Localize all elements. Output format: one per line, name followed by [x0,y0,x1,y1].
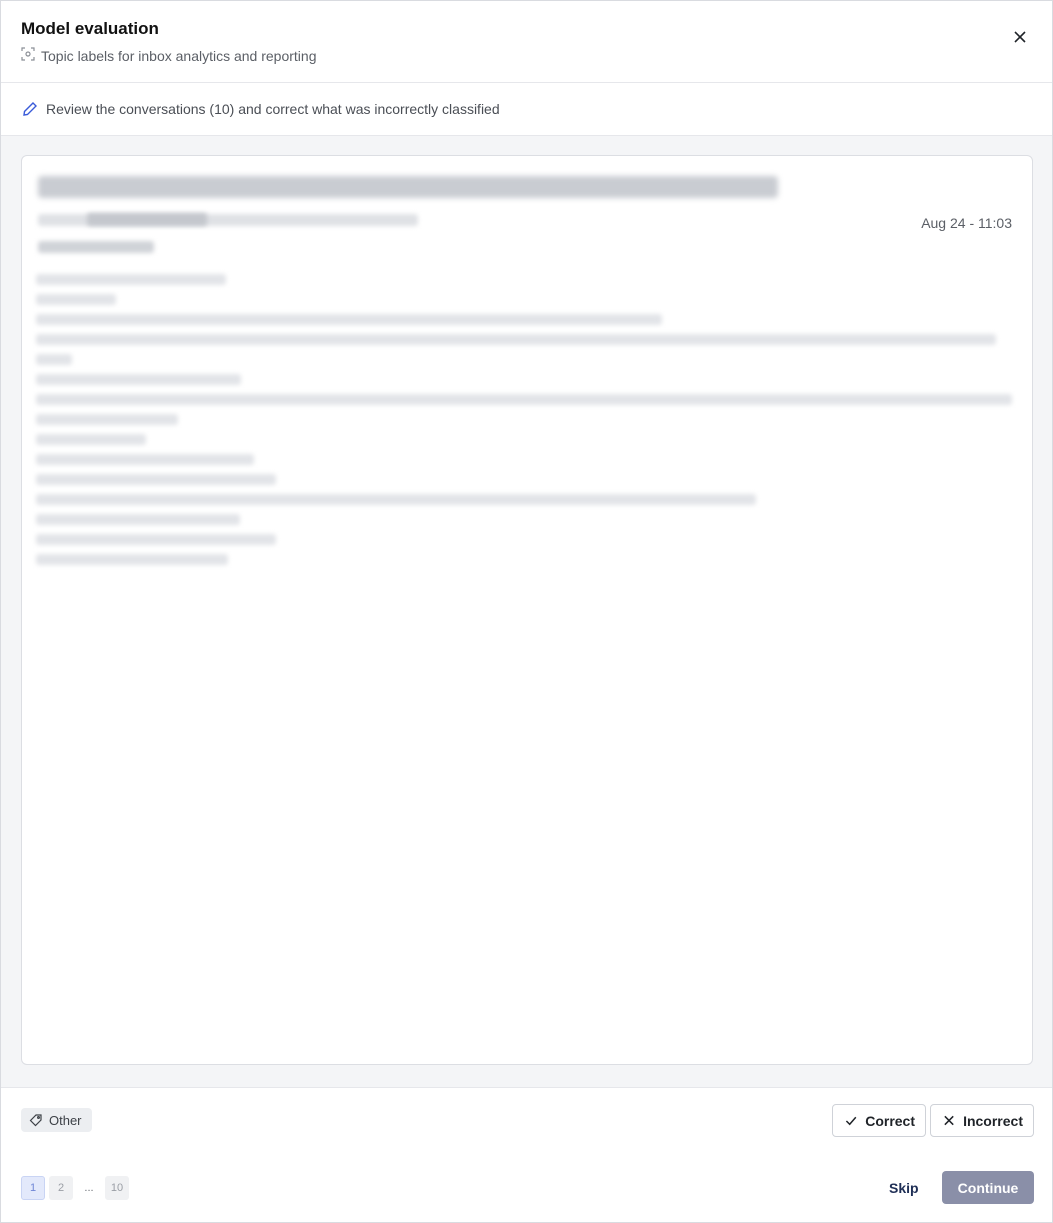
incorrect-button-label: Incorrect [963,1112,1023,1129]
close-button[interactable] [1010,27,1030,47]
body-line [36,514,240,525]
body-line [36,394,1012,405]
body-line [36,534,276,545]
subtitle-text: Topic labels for inbox analytics and rep… [41,47,317,64]
conversation-card: Aug 24 - 11:03 [21,155,1033,1065]
modal-title: Model evaluation [21,19,159,38]
body-line [36,294,116,305]
conversation-date: Aug 24 - 11:03 [921,215,1012,231]
conversation-body-redacted [36,274,1016,574]
classification-bar: Other Correct Incorrect [1,1087,1052,1156]
modal-header: Model evaluation Topic labels for inbox … [1,1,1052,83]
correct-button[interactable]: Correct [832,1104,926,1137]
page-ellipsis: ... [84,1182,94,1194]
incorrect-button[interactable]: Incorrect [930,1104,1034,1137]
correct-button-label: Correct [865,1112,915,1129]
instruction-text: Review the conversations (10) and correc… [46,101,500,117]
topic-tag[interactable]: Other [21,1108,92,1132]
modal-footer: 1 2 ... 10 Skip Continue [1,1155,1052,1222]
body-line [36,414,178,425]
recipient-line-redacted [38,241,154,253]
model-evaluation-modal: Model evaluation Topic labels for inbox … [0,0,1053,1223]
body-line [36,494,756,505]
scan-icon [21,47,35,64]
body-line [36,334,996,345]
modal-subtitle: Topic labels for inbox analytics and rep… [21,47,317,64]
body-line [36,354,72,365]
conversation-subject-redacted [38,176,778,198]
check-icon [845,1116,857,1126]
x-icon [944,1115,954,1126]
sender-name-redacted [87,213,207,226]
body-line [36,434,146,445]
page-10[interactable]: 10 [105,1176,129,1200]
body-line [36,314,662,325]
close-icon [1014,31,1026,43]
instruction-bar: Review the conversations (10) and correc… [1,83,1052,136]
skip-button[interactable]: Skip [889,1180,919,1196]
body-line [36,374,241,385]
pagination: 1 2 ... 10 [21,1176,129,1200]
topic-tag-label: Other [49,1112,82,1128]
body-line [36,474,276,485]
page-2[interactable]: 2 [49,1176,73,1200]
continue-button[interactable]: Continue [942,1171,1034,1204]
body-line [36,554,228,565]
page-1[interactable]: 1 [21,1176,45,1200]
body-line [36,454,254,465]
tag-icon [29,1114,42,1127]
body-line [36,274,226,285]
pencil-icon [23,102,37,116]
